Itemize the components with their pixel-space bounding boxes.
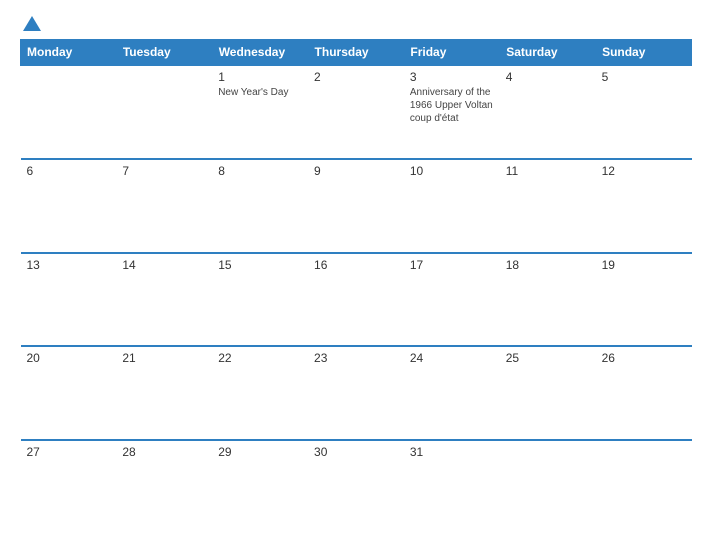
calendar-day-cell: 20: [21, 346, 117, 440]
day-number: 23: [314, 351, 398, 365]
day-number: 9: [314, 164, 398, 178]
logo-triangle-icon: [23, 16, 41, 31]
calendar-day-cell: 7: [116, 159, 212, 253]
day-number: 21: [122, 351, 206, 365]
logo: [20, 16, 41, 31]
calendar-day-cell: 10: [404, 159, 500, 253]
calendar-day-cell: 27: [21, 440, 117, 534]
day-number: 12: [602, 164, 686, 178]
day-number: 4: [506, 70, 590, 84]
calendar-day-cell: 21: [116, 346, 212, 440]
day-number: 18: [506, 258, 590, 272]
calendar-day-cell: 24: [404, 346, 500, 440]
calendar-day-cell: 4: [500, 65, 596, 159]
day-number: 8: [218, 164, 302, 178]
calendar-day-cell: 28: [116, 440, 212, 534]
calendar-day-cell: 14: [116, 253, 212, 347]
calendar-day-cell: 2: [308, 65, 404, 159]
calendar-body: 1 New Year's Day 23 Anniversary of the 1966…: [21, 65, 692, 534]
holiday-text: Anniversary of the 1966 Upper Voltan cou…: [410, 87, 493, 124]
calendar-day-cell: 23: [308, 346, 404, 440]
day-number: 3: [410, 70, 494, 84]
calendar-day-cell: 12: [596, 159, 692, 253]
calendar-week-row: 20 21 22 23 24 25 26: [21, 346, 692, 440]
logo-blue-text: [20, 16, 41, 31]
calendar-day-cell: 16: [308, 253, 404, 347]
day-number: 7: [122, 164, 206, 178]
calendar-week-row: 13 14 15 16 17 18 19: [21, 253, 692, 347]
day-number: 14: [122, 258, 206, 272]
calendar-header: MondayTuesdayWednesdayThursdayFridaySatu…: [21, 40, 692, 66]
day-number: 10: [410, 164, 494, 178]
calendar-day-cell: [21, 65, 117, 159]
calendar-day-cell: 31: [404, 440, 500, 534]
day-number: 13: [27, 258, 111, 272]
weekday-header-row: MondayTuesdayWednesdayThursdayFridaySatu…: [21, 40, 692, 66]
day-number: 11: [506, 164, 590, 178]
calendar-week-row: 6789 10 11 12: [21, 159, 692, 253]
day-number: 30: [314, 445, 398, 459]
day-number: 5: [602, 70, 686, 84]
day-number: 24: [410, 351, 494, 365]
day-number: 25: [506, 351, 590, 365]
calendar-day-cell: 1 New Year's Day: [212, 65, 308, 159]
day-number: 16: [314, 258, 398, 272]
day-number: 28: [122, 445, 206, 459]
calendar-day-cell: [596, 440, 692, 534]
calendar-day-cell: 15: [212, 253, 308, 347]
weekday-header-saturday: Saturday: [500, 40, 596, 66]
calendar-day-cell: 3 Anniversary of the 1966 Upper Voltan co…: [404, 65, 500, 159]
calendar-day-cell: 29: [212, 440, 308, 534]
calendar-day-cell: 22: [212, 346, 308, 440]
calendar-day-cell: 17: [404, 253, 500, 347]
day-number: 1: [218, 70, 302, 84]
calendar-day-cell: [116, 65, 212, 159]
calendar-day-cell: 26: [596, 346, 692, 440]
calendar-table: MondayTuesdayWednesdayThursdayFridaySatu…: [20, 39, 692, 534]
weekday-header-friday: Friday: [404, 40, 500, 66]
holiday-text: New Year's Day: [218, 87, 288, 98]
calendar-day-cell: 13: [21, 253, 117, 347]
day-number: 31: [410, 445, 494, 459]
day-number: 19: [602, 258, 686, 272]
day-number: 20: [27, 351, 111, 365]
day-number: 2: [314, 70, 398, 84]
day-number: 26: [602, 351, 686, 365]
weekday-header-monday: Monday: [21, 40, 117, 66]
day-number: 27: [27, 445, 111, 459]
calendar-week-row: 1 New Year's Day 23 Anniversary of the 1966…: [21, 65, 692, 159]
day-number: 29: [218, 445, 302, 459]
day-number: 6: [27, 164, 111, 178]
page-header: [20, 16, 692, 31]
calendar-day-cell: 8: [212, 159, 308, 253]
calendar-day-cell: 18: [500, 253, 596, 347]
day-number: 15: [218, 258, 302, 272]
calendar-day-cell: 6: [21, 159, 117, 253]
weekday-header-tuesday: Tuesday: [116, 40, 212, 66]
calendar-day-cell: 9: [308, 159, 404, 253]
calendar-day-cell: [500, 440, 596, 534]
calendar-day-cell: 25: [500, 346, 596, 440]
day-number: 17: [410, 258, 494, 272]
weekday-header-thursday: Thursday: [308, 40, 404, 66]
calendar-day-cell: 19: [596, 253, 692, 347]
calendar-week-row: 27 28 29 30 31: [21, 440, 692, 534]
day-number: 22: [218, 351, 302, 365]
weekday-header-wednesday: Wednesday: [212, 40, 308, 66]
weekday-header-sunday: Sunday: [596, 40, 692, 66]
calendar-day-cell: 30: [308, 440, 404, 534]
calendar-day-cell: 5: [596, 65, 692, 159]
calendar-day-cell: 11: [500, 159, 596, 253]
